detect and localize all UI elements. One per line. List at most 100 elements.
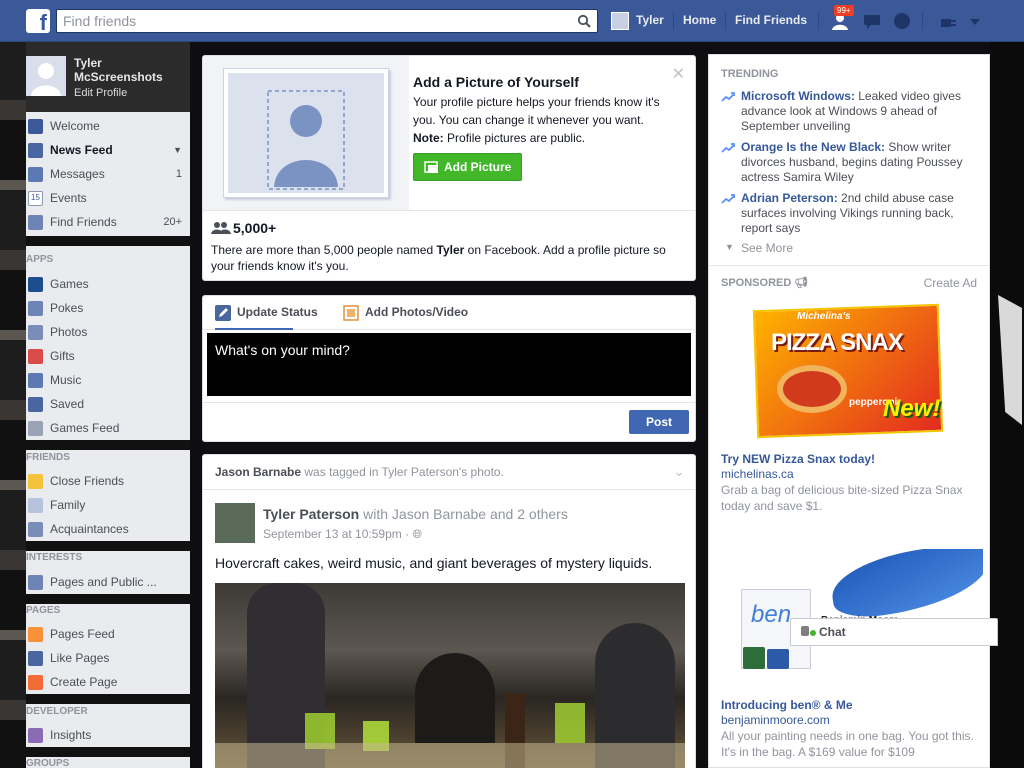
sidebar-item-label: Acquaintances [50,522,129,536]
trending-topic[interactable]: Microsoft Windows: [741,89,855,103]
chevron-down-icon: ▼ [725,242,734,252]
photo-frame [223,68,389,198]
add-picture-button[interactable]: Add Picture [413,153,522,181]
trending-item[interactable]: Orange Is the New Black: Show writer div… [741,140,977,185]
messages-icon [28,167,43,182]
sidebar-item-saved[interactable]: Saved [26,392,190,416]
sidebar-item-pages-feed[interactable]: Pages Feed [26,622,190,646]
sidebar-item-label: Gifts [50,349,75,363]
profile-link[interactable]: Tyler [636,13,664,27]
games-icon [28,277,43,292]
chevron-down-icon[interactable] [965,11,985,31]
sidebar-item-pages-and-public[interactable]: Pages and Public ... [26,570,190,594]
sidebar-item-like-pages[interactable]: Like Pages [26,646,190,670]
ad-logo-text: ben [751,601,792,628]
pokes-icon [28,301,43,316]
ad-title[interactable]: Try NEW Pizza Snax today! [721,452,875,466]
close-icon[interactable]: ✕ [672,64,685,84]
find-friends-link[interactable]: Find Friends [735,13,807,27]
tab-label: Update Status [237,305,318,319]
rss-icon [28,575,43,590]
megaphone-icon [28,627,43,642]
sidebar-item-games[interactable]: Games [26,272,190,296]
ad-url[interactable]: michelinas.ca [721,467,794,481]
left-sidebar: Tyler McScreenshots Edit Profile Welcome… [26,42,190,768]
ad-text: Grab a bag of delicious bite-sized Pizza… [721,483,963,513]
welcome-icon [28,119,43,134]
sidebar-item-photos[interactable]: Photos [26,320,190,344]
create-ad-link[interactable]: Create Ad [924,276,977,290]
globe-icon: 🌐︎ [412,527,423,541]
author-link[interactable]: Tyler Paterson [263,506,359,522]
story-time[interactable]: September 13 at 10:59pm · 🌐︎ [263,527,422,542]
story-header: Jason Barnabe was tagged in Tyler Paters… [215,465,504,479]
tab-add-photos[interactable]: Add Photos/Video [343,305,468,321]
search-input[interactable] [57,10,557,32]
story-photo[interactable] [215,583,685,768]
sidebar-item-messages[interactable]: Messages 1 [26,162,190,186]
messages-icon[interactable] [862,11,882,31]
user-avatar[interactable] [611,12,629,30]
search-box[interactable] [56,9,598,33]
trending-arrow-icon [721,92,735,102]
chevron-down-icon[interactable]: ⌄ [673,463,685,480]
sidebar-item-acquaintances[interactable]: Acquaintances [26,517,190,541]
background-strip-left [0,40,26,768]
sidebar-item-family[interactable]: Family [26,493,190,517]
trending-item[interactable]: Microsoft Windows: Leaked video gives ad… [741,89,977,134]
note-text: Profile pictures are public. [447,131,586,145]
search-icon[interactable] [577,14,591,28]
trending-topic[interactable]: Orange Is the New Black: [741,140,885,154]
chevron-down-icon[interactable]: ▼ [173,138,182,162]
messages-count: 1 [175,168,182,180]
sidebar-item-insights[interactable]: Insights [26,723,190,747]
with-text[interactable]: with Jason Barnabe and 2 others [363,506,568,522]
home-link[interactable]: Home [683,13,716,27]
chat-label: Chat [819,625,846,639]
chat-bar[interactable]: Chat [790,618,998,646]
ad-url[interactable]: benjaminmoore.com [721,713,830,727]
profile-picture[interactable] [26,56,66,96]
sidebar-item-label: Games Feed [50,421,120,435]
post-button[interactable]: Post [629,410,689,434]
facebook-logo-icon[interactable]: f [26,9,50,35]
privacy-lock-icon[interactable] [938,11,958,31]
online-dot-icon [810,630,816,636]
trending-topic[interactable]: Adrian Peterson: [741,191,838,205]
edit-profile-link[interactable]: Edit Profile [74,87,127,99]
name-info: There are more than 5,000 people named T… [211,242,681,274]
sidebar-item-games-feed[interactable]: Games Feed [26,416,190,440]
see-more-link[interactable]: See More [741,241,793,255]
status-input[interactable]: What's on your mind? [207,333,691,396]
sidebar-item-create-page[interactable]: Create Page [26,670,190,694]
sidebar-item-close-friends[interactable]: Close Friends [26,469,190,493]
sidebar-item-find-friends[interactable]: Find Friends 20+ [26,210,190,234]
sidebar-item-welcome[interactable]: Welcome [26,114,190,138]
right-column: TRENDING Microsoft Windows: Leaked video… [708,54,990,768]
ad-image-benjamin-moore[interactable]: ben Benjamin Moore [721,549,983,679]
ad-brand: Michelina's [797,311,851,322]
tab-update-status[interactable]: Update Status [215,305,318,329]
profile-name[interactable]: Tyler McScreenshots [74,56,186,84]
author-avatar[interactable] [215,503,255,543]
note-label: Note: [413,131,444,145]
trending-item[interactable]: Adrian Peterson: 2nd child abuse case su… [741,191,977,236]
sidebar-item-events[interactable]: 15 Events [26,186,190,210]
ad-title[interactable]: Introducing ben® & Me [721,698,853,712]
sidebar-item-music[interactable]: Music [26,368,190,392]
info-name: Tyler [436,243,465,257]
ad-image-pizza-snax[interactable]: Michelina's PIZZA SNAX pepperoni New! [749,303,944,439]
sidebar-item-label: Insights [50,728,92,742]
sidebar-item-pokes[interactable]: Pokes [26,296,190,320]
sidebar-item-label: Pages Feed [50,627,115,641]
top-bar: f Tyler Home Find Friends 99+ [0,0,1024,42]
globe-icon[interactable] [892,11,912,31]
interests-header: INTERESTS [26,552,190,566]
music-icon [28,373,43,388]
friends-header: FRIENDS [26,452,190,466]
sidebar-item-label: Pages and Public ... [50,575,157,589]
actor-link[interactable]: Jason Barnabe [215,465,301,479]
sidebar-item-label: Messages [50,167,105,181]
sidebar-item-news-feed[interactable]: News Feed ▼ [26,138,190,162]
sidebar-item-gifts[interactable]: Gifts [26,344,190,368]
